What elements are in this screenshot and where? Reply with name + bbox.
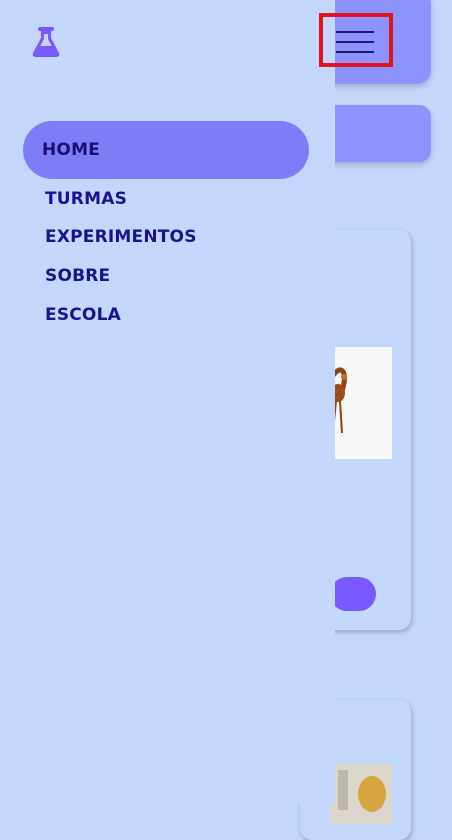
nav-item-sobre[interactable]: SOBRE — [45, 266, 110, 286]
nav-item-home[interactable]: HOME — [23, 121, 309, 179]
flask-icon[interactable] — [32, 26, 60, 58]
hamburger-menu-icon[interactable] — [336, 31, 374, 53]
card-image — [330, 764, 392, 824]
card-action-button[interactable] — [330, 577, 376, 611]
navigation-drawer: HOME TURMAS EXPERIMENTOS SOBRE ESCOLA — [0, 0, 335, 804]
card-image — [330, 347, 392, 459]
nav-item-turmas[interactable]: TURMAS — [45, 189, 127, 209]
nav-item-experimentos[interactable]: EXPERIMENTOS — [45, 227, 197, 247]
nav-item-escola[interactable]: ESCOLA — [45, 305, 121, 325]
